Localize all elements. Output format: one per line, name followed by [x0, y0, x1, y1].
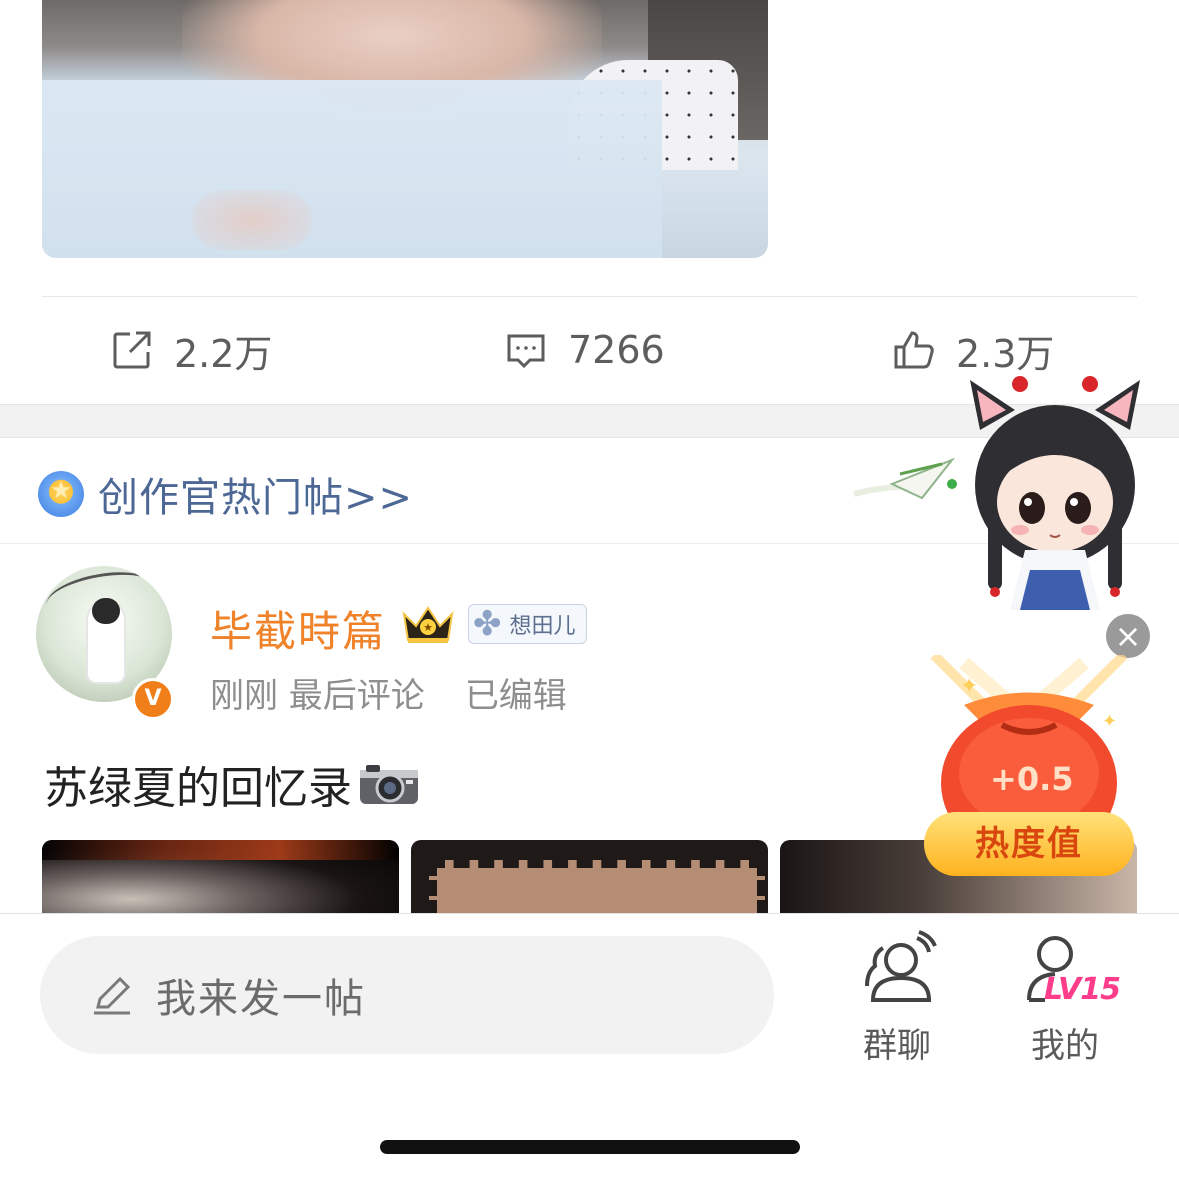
paper-plane-icon [853, 457, 957, 500]
comment-icon [507, 334, 545, 369]
svg-text:✦: ✦ [960, 674, 978, 699]
group-chat-icon [865, 930, 937, 1002]
comment-count: 7266 [568, 328, 665, 372]
fan-tag-label: 想田儿 [509, 614, 576, 639]
hot-posts-label: 创作官热门帖>> [98, 475, 414, 521]
svg-text:✦: ✦ [1102, 711, 1117, 732]
share-icon [113, 331, 151, 369]
medal-icon [38, 471, 84, 517]
thumbnail-stamp [429, 860, 765, 914]
photo-hand [192, 190, 312, 250]
post-time: 刚刚 最后评论 [210, 676, 425, 716]
group-chat-label: 群聊 [863, 1026, 931, 1066]
comment-button[interactable]: 7266 [504, 322, 665, 378]
profile-label: 我的 [1031, 1026, 1099, 1066]
svg-text:★: ★ [423, 621, 433, 634]
home-indicator[interactable] [380, 1140, 800, 1154]
fan-tag[interactable]: ✤ 想田儿 [468, 604, 587, 644]
post-thumbnail[interactable] [411, 840, 768, 914]
camera-icon [360, 765, 418, 804]
post-meta: 刚刚 最后评论 已编辑 [210, 668, 567, 717]
like-icon [894, 331, 934, 369]
edited-label: 已编辑 [464, 676, 567, 716]
post-image-top[interactable] [42, 0, 768, 258]
photo-paper [42, 80, 662, 258]
new-post-input[interactable]: 我来发一帖 [40, 936, 774, 1054]
heat-label[interactable]: 热度值 [924, 812, 1134, 876]
divider [42, 296, 1137, 297]
crown-icon: ★ [402, 606, 454, 643]
profile-button[interactable]: LV15 我的 [1010, 930, 1121, 1067]
bottom-bar-divider [0, 913, 1179, 914]
avatar-hair [92, 598, 120, 624]
close-icon[interactable]: × [1106, 614, 1150, 658]
post-title-text: 苏绿夏的回忆录 [44, 763, 352, 814]
share-button[interactable]: 2.2万 [110, 322, 272, 378]
username[interactable]: 毕截時篇 [210, 598, 386, 659]
heat-value: +0.5 [990, 760, 1074, 798]
share-count: 2.2万 [174, 331, 273, 376]
new-post-placeholder: 我来发一帖 [156, 976, 366, 1022]
verified-badge: V [132, 678, 174, 720]
thumbnail-glow [42, 840, 399, 860]
post-thumbnail[interactable] [42, 840, 399, 914]
mascot-character[interactable] [950, 370, 1160, 620]
clover-icon: ✤ [473, 604, 502, 644]
level-badge: LV15 [1044, 972, 1121, 1007]
hot-posts-link[interactable]: 创作官热门帖>> [38, 462, 413, 526]
group-chat-button[interactable]: 群聊 [852, 930, 942, 1067]
pencil-icon [94, 976, 131, 1015]
post-title[interactable]: 苏绿夏的回忆录 [44, 752, 420, 816]
